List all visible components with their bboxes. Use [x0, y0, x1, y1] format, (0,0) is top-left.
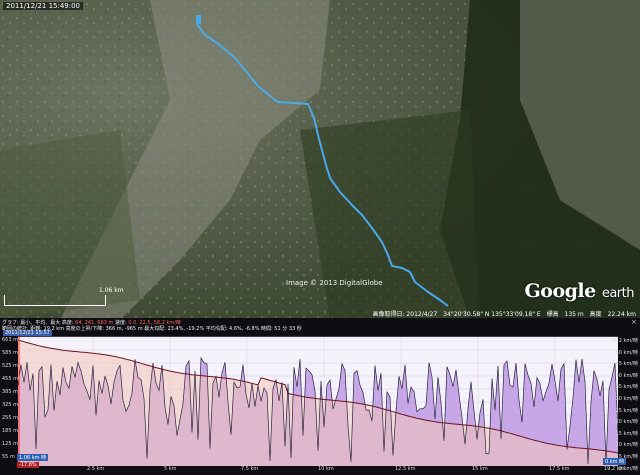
imagery-credit: Image © 2013 DigitalGlobe: [286, 279, 383, 287]
satellite-map-view[interactable]: 2011/12/21 15:49:00 1.06 km Image © 2013…: [0, 0, 640, 320]
speed-tick-label: 54.2 km/時: [610, 338, 638, 344]
speed-tick-label: 15 km/時: [615, 430, 638, 437]
distance-tick-label: 2.5 km: [87, 466, 105, 472]
capture-date: 画像取得日: 2012/4/27: [372, 311, 438, 318]
elevation-tick-label: 325 m: [2, 402, 19, 408]
cursor-left-readout: 1.06 km 時: [17, 454, 49, 461]
distance-tick-label: 17.5 km: [549, 466, 570, 472]
distance-tick-label: 7.5 km: [241, 466, 259, 472]
elevation-label: 標高: [546, 311, 559, 318]
speed-tick-label: 50 km/時: [615, 349, 638, 356]
gps-track-line[interactable]: [0, 0, 640, 320]
speed-tick-label: 30 km/時: [615, 396, 638, 402]
eye-alt-label: 高度: [589, 311, 602, 318]
distance-tick-label: 5 km: [164, 466, 177, 472]
speed-tick-label: 35 km/時: [615, 384, 638, 391]
map-scale-bar: 1.06 km: [4, 287, 124, 306]
status-bar: 画像取得日: 2012/4/27 34°20'30.58" N 135°33'0…: [369, 309, 637, 318]
elevation-tick-label: 585 m: [2, 350, 19, 356]
eye-alt-value: 22.24 km: [607, 311, 636, 318]
scale-label: 1.06 km: [99, 287, 124, 294]
google-earth-logo: Google earth: [524, 280, 635, 302]
elevation-value: 135 m: [564, 311, 584, 318]
speed-tick-label: 40 km/時: [615, 372, 638, 379]
distance-end-label: 19.2 km: [604, 466, 625, 472]
elevation-tick-label: 255 m: [2, 415, 19, 421]
elevation-tick-label: 55 m: [2, 454, 15, 460]
track-timestamp: 2011/12/21 15:49:00: [3, 2, 84, 10]
elevation-tick-label: 663 m: [2, 337, 19, 343]
elevation-tick-label: 125 m: [2, 441, 19, 447]
distance-tick-label: 12.5 km: [395, 466, 416, 472]
elevation-tick-label: 455 m: [2, 376, 19, 382]
distance-tick-label: 10 km: [318, 466, 334, 472]
elevation-profile-panel[interactable]: グラフ: 最小、平均、最大 高度: 64, 241, 663 m 速度: 0.0…: [0, 318, 640, 475]
elevation-tick-label: 525 m: [2, 363, 19, 369]
speed-tick-label: 25 km/時: [615, 407, 638, 414]
speed-tick-label: 45 km/時: [615, 361, 638, 368]
speed-tick-label: 20 km/時: [615, 419, 638, 426]
profile-chart[interactable]: [0, 318, 640, 475]
coordinates: 34°20'30.58" N 135°33'09.18" E: [443, 311, 541, 318]
cursor-grade-readout: -17.8%: [17, 462, 39, 468]
distance-tick-label: 15 km: [472, 466, 488, 472]
elevation-tick-label: 385 m: [2, 389, 19, 395]
cursor-right-readout: 0 km 時: [603, 458, 627, 465]
elevation-tick-label: 185 m: [2, 428, 19, 434]
speed-tick-label: 10 km/時: [615, 442, 638, 449]
